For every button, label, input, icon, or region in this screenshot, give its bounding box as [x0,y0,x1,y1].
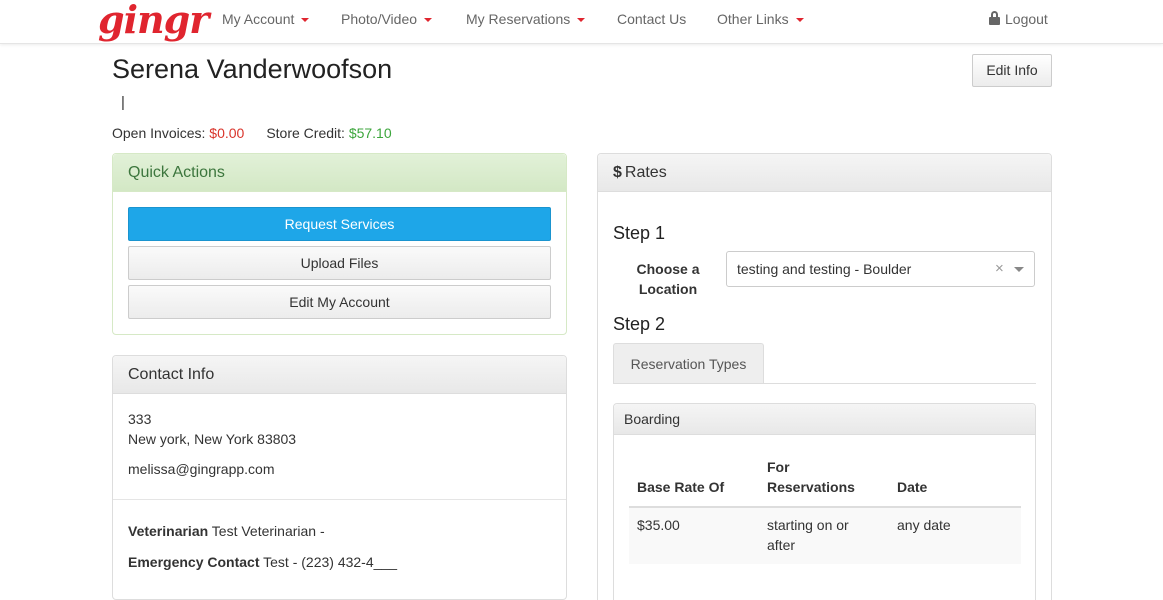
logout-link[interactable]: Logout [989,10,1048,28]
veterinarian-value: Test Veterinarian - [211,523,325,539]
caret-down-icon [577,18,586,23]
dollar-icon: $ [613,164,622,181]
tab-divider [613,383,1036,384]
tab-reservation-types[interactable]: Reservation Types [613,343,764,384]
emergency-contact-value: Test - (223) 432-4___ [263,554,397,570]
quick-actions-title: Quick Actions [113,154,566,192]
rates-panel: $ Rates Step 1 Choose a Location testing … [597,153,1052,600]
store-credit-value: $57.10 [348,125,392,141]
location-select-value: testing and testing - Boulder [737,261,912,277]
address-line-1: 333 [128,411,152,427]
address-line-2: New york, New York 83803 [128,431,297,447]
chevron-down-icon [1014,267,1024,272]
step-1-title: Step 1 [613,223,666,243]
open-invoices-value: $0.00 [209,125,245,141]
header-date: Date [897,479,928,495]
contact-email: melissa@gingrapp.com [128,461,275,477]
emergency-contact-label: Emergency Contact [128,554,260,570]
edit-info-button[interactable]: Edit Info [972,54,1052,87]
request-services-button[interactable]: Request Services [128,207,551,241]
header-for: For [767,459,790,475]
location-select[interactable]: testing and testing - Boulder × [726,251,1035,287]
header-reservations: Reservations [767,479,855,495]
cell-rate: $35.00 [637,517,680,533]
top-navbar: gingr My Account Photo/Video My Reservat… [0,0,1163,44]
caret-down-icon [301,18,310,23]
divider [113,499,566,500]
contact-info-title: Contact Info [113,356,566,394]
open-invoices-label: Open Invoices: [112,125,206,141]
cell-date: any date [897,517,951,533]
account-balances: Open Invoices: $0.00 Store Credit: $57.10 [112,125,392,141]
nav-other-links[interactable]: Other Links [717,10,804,28]
boarding-title: Boarding [614,404,1035,435]
nav-photo-video-label: Photo/Video [341,11,418,27]
nav-contact-us[interactable]: Contact Us [617,10,686,28]
location-label: Choose a Location [618,259,718,299]
logout-label: Logout [1005,11,1048,27]
pipe-separator: | [121,94,125,111]
veterinarian-info: Veterinarian Test Veterinarian - [128,521,325,541]
emergency-contact-info: Emergency Contact Test - (223) 432-4___ [128,552,397,572]
location-label-line-1: Choose a [636,261,700,277]
page-title: Serena Vanderwoofson [112,54,393,84]
cell-for-line-1: starting on or [767,517,849,533]
step-2-title: Step 2 [613,314,666,334]
cell-for-line-2: after [767,537,796,553]
store-credit-label: Store Credit: [266,125,345,141]
location-label-line-2: Location [638,281,698,297]
lock-icon [989,11,1000,25]
nav-contact-us-label: Contact Us [617,11,687,27]
gingr-logo[interactable]: gingr [98,0,209,40]
nav-my-account-label: My Account [222,11,295,27]
header-base-rate: Base Rate Of [637,479,725,495]
contact-info-panel: Contact Info 333 New york, New York 8380… [112,355,567,600]
nav-my-account[interactable]: My Account [222,10,310,28]
nav-photo-video[interactable]: Photo/Video [341,10,433,28]
nav-my-reservations[interactable]: My Reservations [466,10,586,28]
rates-title: Rates [624,164,667,181]
nav-other-links-label: Other Links [717,11,789,27]
caret-down-icon [795,18,804,23]
clear-icon[interactable]: × [995,252,1004,286]
rates-header: $ Rates [598,154,1051,192]
quick-actions-panel: Quick Actions Request Services Upload Fi… [112,153,567,335]
edit-my-account-button[interactable]: Edit My Account [128,285,551,319]
nav-my-reservations-label: My Reservations [466,11,571,27]
upload-files-button[interactable]: Upload Files [128,246,551,280]
caret-down-icon [424,18,433,23]
veterinarian-label: Veterinarian [128,523,209,539]
boarding-rates-panel: Boarding Base Rate Of For Reservations D… [613,403,1036,600]
